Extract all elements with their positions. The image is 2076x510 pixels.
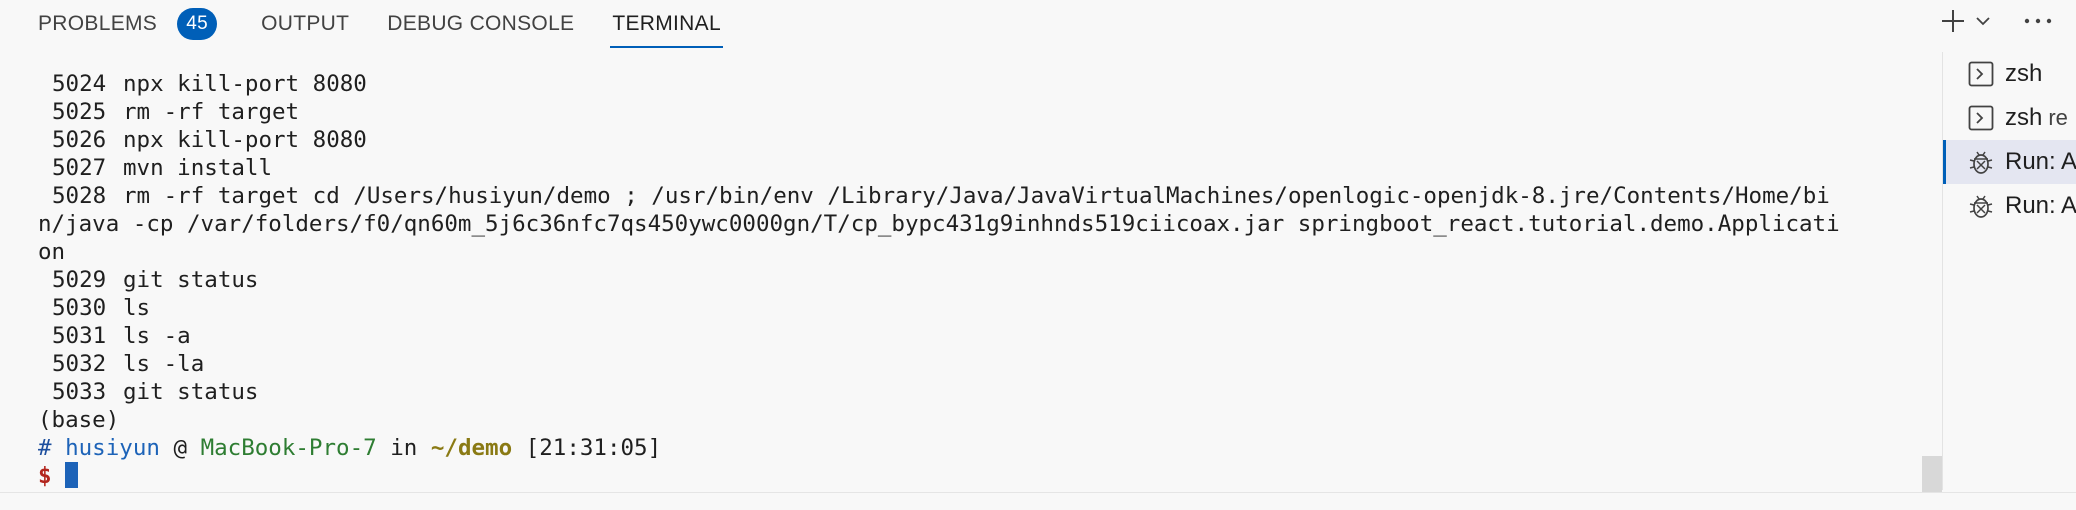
history-line: 5025 rm -rf target [38,98,1908,126]
terminal-scrollbar[interactable] [1922,456,1942,492]
prompt-at: @ [173,435,188,461]
terminal-tabs-list: zsh zsh re Run: A Run: A [1942,52,2076,490]
history-command: rm -rf target cd /Users/husiyun/demo ; /… [123,183,1830,209]
history-command: ls [123,295,151,321]
prompt-user: husiyun [65,435,160,461]
history-line: 5028 rm -rf target cd /Users/husiyun/demo… [38,182,1908,210]
history-number: 5031 [52,323,107,349]
terminal-list-item-run-1[interactable]: Run: A [1943,140,2076,184]
panel-tab-bar: PROBLEMS 45 OUTPUT DEBUG CONSOLE TERMINA… [0,0,2076,48]
terminal-list-item-zsh-2[interactable]: zsh re [1943,96,2076,140]
history-number: 5029 [52,267,107,293]
history-line: 5027 mvn install [38,154,1908,182]
history-command: ls -la [123,351,205,377]
history-line: 5033 git status [38,378,1908,406]
panel-actions [1936,0,2076,42]
tab-terminal[interactable]: TERMINAL [610,0,723,48]
terminal-list-item-sublabel: re [2048,105,2068,130]
prompt-host: MacBook-Pro-7 [200,435,377,461]
history-number: 5032 [52,351,107,377]
tab-problems[interactable]: PROBLEMS 45 [38,0,223,48]
terminal-list-item-run-2[interactable]: Run: A [1943,184,2076,228]
history-line: 5030 ls [38,294,1908,322]
history-line: 5032 ls -la [38,350,1908,378]
history-command: git status [123,379,259,405]
history-number: 5033 [52,379,107,405]
history-command: mvn install [123,155,273,181]
tab-debug-console-label: DEBUG CONSOLE [387,12,575,35]
history-number: 5025 [52,99,107,125]
prompt-in: in [390,435,418,461]
ellipsis-icon[interactable] [2020,17,2056,25]
chevron-down-glyph [1976,17,1990,26]
terminal-list-item-label: Run: A [2005,192,2076,219]
problems-count-badge: 45 [177,8,218,40]
history-command: npx kill-port 8080 [123,71,367,97]
chevron-down-icon[interactable] [1972,15,1994,27]
tab-output-label: OUTPUT [261,12,350,35]
history-number: 5024 [52,71,107,97]
history-line: 5026 npx kill-port 8080 [38,126,1908,154]
plus-icon-glyph [1942,10,1964,32]
history-line: 5029 git status [38,266,1908,294]
tab-problems-label: PROBLEMS [38,12,158,35]
terminal-list-item-zsh[interactable]: zsh [1943,52,2076,96]
debug-icon [1969,195,1993,218]
input-line[interactable]: $ [38,462,1908,490]
terminal-list-item-label: zsh [2005,104,2043,131]
terminal-icon [1968,105,1994,131]
terminal-cursor [64,462,78,488]
status-bar-edge [0,492,2076,510]
history-line: 5031 ls -a [38,322,1908,350]
tab-terminal-label: TERMINAL [612,12,721,35]
history-number: 5028 [52,183,107,209]
history-command: npx kill-port 8080 [123,127,367,153]
ellipsis-glyph [2024,18,2052,24]
history-line-wrap: on [38,239,66,265]
history-line: 5024 npx kill-port 8080 [38,70,1908,98]
debug-icon [1969,151,1993,174]
tab-output[interactable]: OUTPUT [261,0,349,48]
conda-env-line: (base) [38,407,120,433]
prompt-time: [21:31:05] [525,435,662,461]
tab-debug-console[interactable]: DEBUG CONSOLE [387,0,574,48]
prompt-dollar: $ [38,463,52,489]
terminal-list-item-label: Run: A [2005,148,2076,175]
terminal-icon [1968,61,1994,87]
history-line-wrap: n/java -cp /var/folders/f0/qn60m_5j6c36n… [38,211,1840,237]
prompt-hash: # [38,435,52,461]
terminal-list-item-label: zsh [2005,60,2043,87]
terminal-output[interactable]: 5024 npx kill-port 8080 5025 rm -rf target… [38,70,1908,490]
history-command: rm -rf target [123,99,300,125]
history-number: 5030 [52,295,107,321]
history-command: ls -a [123,323,191,349]
prompt-directory: ~/demo [430,435,513,461]
terminal-panel: PROBLEMS 45 OUTPUT DEBUG CONSOLE TERMINA… [0,0,2076,510]
plus-icon[interactable] [1936,7,1970,35]
history-command: git status [123,267,259,293]
history-number: 5026 [52,127,107,153]
history-number: 5027 [52,155,107,181]
prompt-line: # husiyun @ MacBook-Pro-7 in ~/demo [21:… [38,434,1908,462]
